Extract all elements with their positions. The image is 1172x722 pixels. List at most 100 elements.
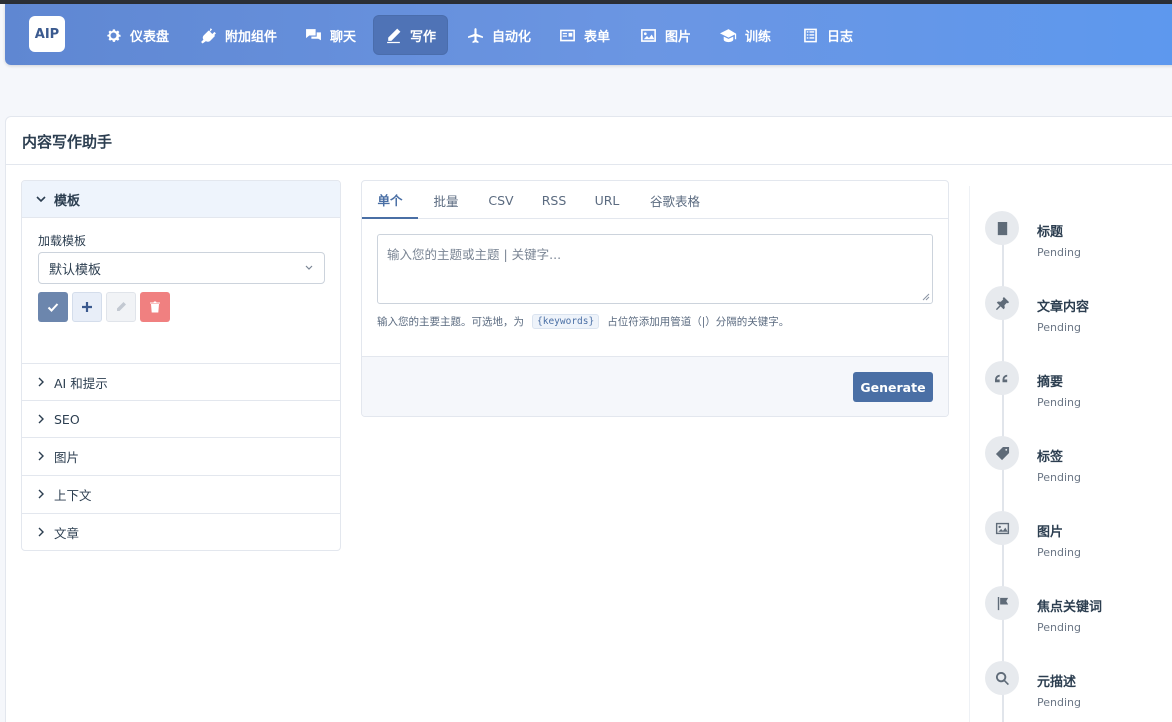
step-icon-circle [985, 661, 1019, 695]
trash-icon [150, 301, 160, 313]
chevron-right-icon [38, 527, 44, 537]
step-excerpt: 摘要 Pending [985, 361, 1172, 421]
template-select[interactable]: 默认模板 [38, 252, 325, 284]
step-label: 图片 [1037, 525, 1064, 540]
pencil-icon [387, 28, 401, 43]
top-navbar: AIP 仪表盘 附加组件 聊天 写作 自动化 表单 图片 训练 日志 [5, 4, 1172, 65]
nav-item-forms[interactable]: 表单 [547, 15, 622, 55]
topic-help-text: 输入您的主要主题。可选地，为 {keywords} 占位符添加用管道（|）分隔的… [377, 314, 789, 329]
document-icon [997, 221, 1007, 235]
accordion-header-label: 模板 [54, 193, 81, 209]
app-logo[interactable]: AIP [29, 16, 65, 52]
nav-item-automation[interactable]: 自动化 [455, 15, 543, 55]
delete-template-button[interactable] [140, 292, 170, 322]
keywords-placeholder-code: {keywords} [532, 314, 600, 329]
step-status: Pending [1037, 696, 1081, 709]
list-icon [804, 28, 817, 42]
step-meta-description: 元描述 Pending [985, 661, 1172, 721]
help-text-after: 占位符添加用管道（|）分隔的关键字。 [607, 316, 790, 328]
image-icon [995, 522, 1009, 534]
template-select-value: 默认模板 [49, 262, 102, 278]
step-icon-circle [985, 211, 1019, 245]
step-label: 标题 [1037, 225, 1064, 240]
tab-google-sheets[interactable]: 谷歌表格 [640, 181, 710, 219]
accordion-header-label: SEO [54, 411, 80, 427]
pencil-icon [117, 302, 126, 311]
step-label: 摘要 [1037, 375, 1064, 390]
nav-item-training[interactable]: 训练 [708, 15, 783, 55]
nav-label: 附加组件 [225, 29, 278, 45]
plug-icon [201, 27, 216, 43]
nav-item-logs[interactable]: 日志 [790, 15, 865, 55]
panel-footer: Generate [362, 356, 948, 416]
step-icon-circle [985, 511, 1019, 545]
accordion-header-seo[interactable]: SEO [22, 400, 340, 437]
generate-button[interactable]: Generate [853, 372, 933, 402]
nav-label: 训练 [745, 29, 772, 45]
accordion-header-label: 上下文 [54, 487, 92, 503]
chevron-right-icon [38, 377, 44, 387]
accordion-header-context[interactable]: 上下文 [22, 475, 340, 512]
accordion-header-templates[interactable]: 模板 [22, 181, 340, 218]
add-template-button[interactable] [72, 292, 102, 322]
tab-rss[interactable]: RSS [532, 181, 576, 219]
chevron-down-icon [305, 265, 313, 270]
tab-batch[interactable]: 批量 [422, 181, 470, 219]
nav-item-dashboard[interactable]: 仪表盘 [93, 15, 181, 55]
tab-single[interactable]: 单个 [362, 181, 418, 219]
card-header-divider [6, 164, 1172, 165]
step-label: 元描述 [1037, 675, 1077, 690]
apply-template-button[interactable] [38, 292, 68, 322]
step-icon-circle [985, 436, 1019, 470]
gear-icon [107, 28, 121, 42]
input-mode-tabs: 单个 批量 CSV RSS URL 谷歌表格 [362, 181, 948, 219]
nav-label: 日志 [827, 29, 854, 45]
tab-csv[interactable]: CSV [478, 181, 524, 219]
generation-steps: 标题 Pending 文章内容 Pending 摘要 Pending 标签 Pe… [969, 186, 1172, 722]
step-status: Pending [1037, 321, 1081, 334]
nav-item-addons[interactable]: 附加组件 [188, 15, 289, 55]
step-article-content: 文章内容 Pending [985, 286, 1172, 346]
step-image: 图片 Pending [985, 511, 1172, 571]
quote-icon [994, 374, 1007, 382]
nav-item-chat[interactable]: 聊天 [293, 15, 368, 55]
accordion-header-label: AI 和提示 [54, 375, 108, 391]
step-tags: 标签 Pending [985, 436, 1172, 496]
step-status: Pending [1037, 621, 1081, 634]
search-icon [995, 671, 1009, 685]
nav-item-images[interactable]: 图片 [628, 15, 703, 55]
chevron-right-icon [38, 489, 44, 499]
plane-icon [468, 27, 483, 43]
pin-icon [995, 296, 1009, 310]
accordion-header-article[interactable]: 文章 [22, 513, 340, 550]
edit-template-button[interactable] [106, 292, 136, 322]
form-icon [560, 29, 575, 41]
tab-url[interactable]: URL [584, 181, 630, 219]
chat-icon [306, 28, 321, 40]
chevron-right-icon [38, 451, 44, 461]
accordion-header-label: 文章 [54, 525, 80, 541]
image-icon [641, 28, 656, 42]
nav-label: 自动化 [492, 29, 532, 45]
accordion-header-label: 图片 [54, 449, 80, 465]
resize-handle-icon[interactable] [922, 293, 930, 301]
accordion-header-ai-prompts[interactable]: AI 和提示 [22, 363, 340, 400]
step-icon-circle [985, 361, 1019, 395]
flag-icon [997, 596, 1008, 610]
step-status: Pending [1037, 246, 1081, 259]
step-status: Pending [1037, 396, 1081, 409]
load-template-label: 加载模板 [38, 234, 87, 248]
plus-icon [82, 302, 92, 312]
nav-label: 图片 [665, 29, 692, 45]
chevron-down-icon [36, 196, 46, 203]
nav-label: 仪表盘 [130, 29, 170, 45]
nav-label: 写作 [410, 29, 437, 45]
accordion-header-images[interactable]: 图片 [22, 437, 340, 474]
topic-input-panel: 单个 批量 CSV RSS URL 谷歌表格 输入您的主题或主题 | 关键字..… [361, 180, 949, 417]
topic-input[interactable]: 输入您的主题或主题 | 关键字... [377, 234, 933, 304]
graduation-cap-icon [720, 28, 737, 42]
step-status: Pending [1037, 546, 1081, 559]
step-label: 标签 [1037, 450, 1064, 465]
nav-item-writing[interactable]: 写作 [373, 15, 449, 55]
step-title: 标题 Pending [985, 211, 1172, 271]
